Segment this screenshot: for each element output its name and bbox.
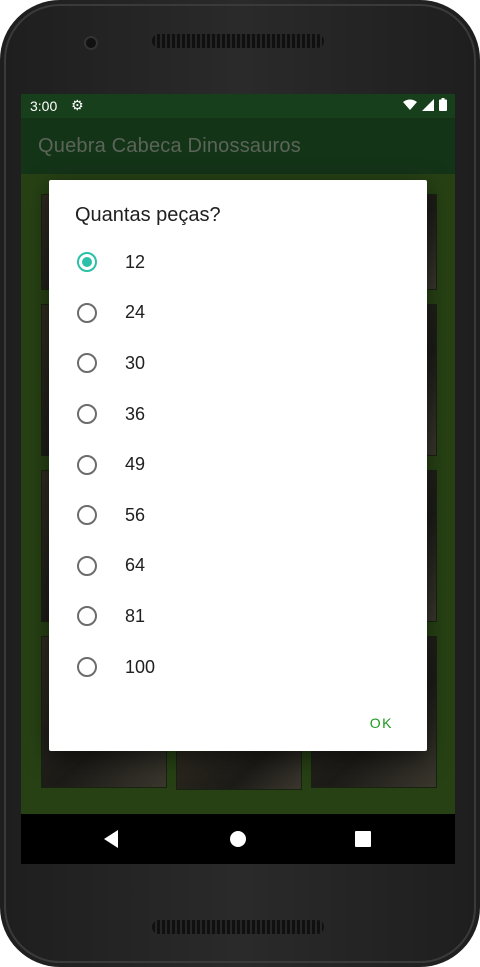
- radio-unselected-icon[interactable]: [77, 454, 97, 475]
- option-label: 64: [125, 555, 146, 576]
- phone-frame: 3:00 ⚙ Quebra Cabeca Dinossauros Quantas…: [0, 0, 480, 967]
- radio-unselected-icon[interactable]: [77, 505, 97, 526]
- front-camera: [84, 36, 98, 50]
- option-label: 24: [125, 302, 146, 323]
- piece-option-30[interactable]: 30: [49, 338, 427, 389]
- wifi-icon: [403, 99, 417, 110]
- radio-unselected-icon[interactable]: [77, 606, 97, 627]
- option-label: 30: [125, 352, 146, 373]
- piece-option-64[interactable]: 64: [49, 541, 427, 592]
- option-label: 56: [125, 504, 146, 525]
- piece-option-12[interactable]: 12: [49, 237, 427, 288]
- option-label: 81: [125, 605, 146, 626]
- option-label: 36: [125, 403, 146, 424]
- option-label: 49: [125, 454, 146, 475]
- radio-unselected-icon[interactable]: [77, 657, 97, 678]
- piece-count-dialog: Quantas peças? 12 24 30 36 49 56 64 81 1…: [49, 180, 427, 751]
- recents-square-icon[interactable]: [355, 831, 371, 847]
- dialog-title: Quantas peças?: [75, 204, 221, 226]
- home-circle-icon[interactable]: [230, 831, 246, 847]
- status-bar: 3:00 ⚙: [21, 94, 455, 118]
- bottom-speaker-grille: [152, 920, 324, 934]
- piece-option-81[interactable]: 81: [49, 591, 427, 642]
- navigation-bar: [21, 814, 455, 864]
- radio-unselected-icon[interactable]: [77, 302, 97, 323]
- top-speaker-grille: [152, 34, 324, 48]
- ok-button[interactable]: OK: [370, 715, 393, 731]
- radio-selected-icon[interactable]: [77, 252, 97, 273]
- piece-option-49[interactable]: 49: [49, 439, 427, 490]
- radio-unselected-icon[interactable]: [77, 404, 97, 425]
- piece-count-options: 12 24 30 36 49 56 64 81 100: [49, 237, 427, 692]
- radio-unselected-icon[interactable]: [77, 353, 97, 374]
- settings-gear-icon: ⚙: [71, 97, 84, 113]
- piece-option-24[interactable]: 24: [49, 288, 427, 339]
- piece-option-100[interactable]: 100: [49, 642, 427, 693]
- status-time: 3:00: [30, 98, 58, 114]
- piece-option-56[interactable]: 56: [49, 490, 427, 541]
- battery-icon: [439, 98, 447, 111]
- option-label: 100: [125, 656, 156, 677]
- signal-icon: [422, 98, 434, 111]
- option-label: 12: [125, 251, 146, 272]
- status-icons: [403, 98, 447, 111]
- back-triangle-icon[interactable]: [104, 830, 118, 848]
- radio-unselected-icon[interactable]: [77, 555, 97, 576]
- piece-option-36[interactable]: 36: [49, 389, 427, 440]
